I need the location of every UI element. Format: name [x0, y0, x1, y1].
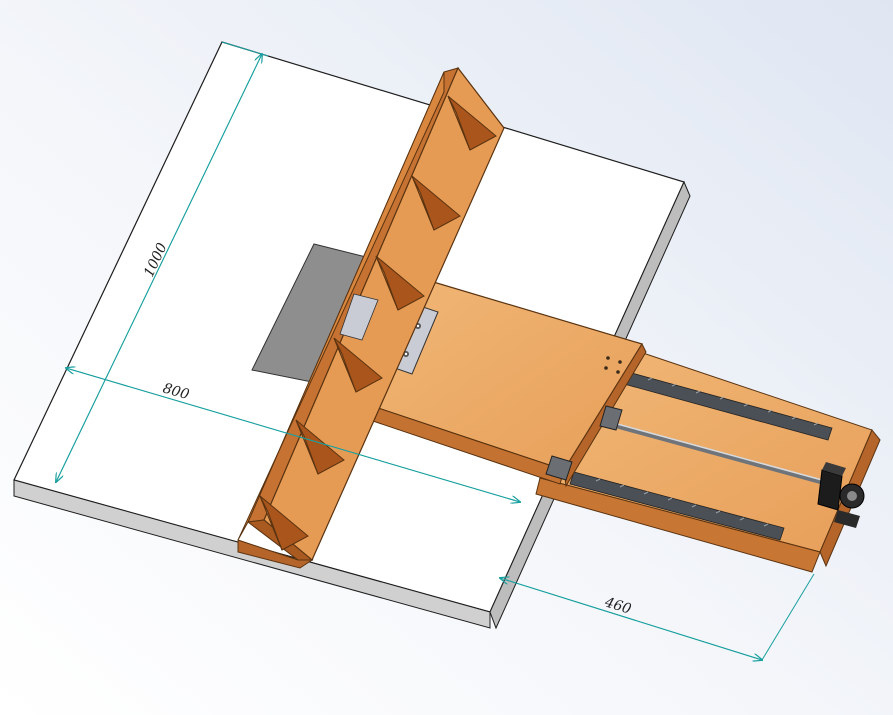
cad-drawing: 1000 800 460 — [0, 0, 893, 715]
